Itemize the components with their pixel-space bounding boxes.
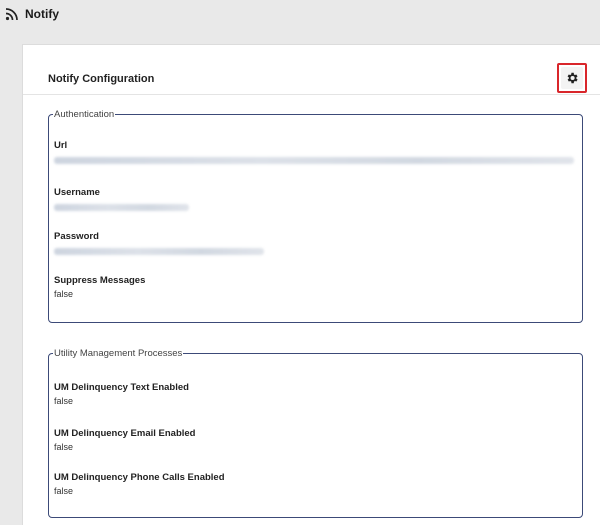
suppress-messages-field: Suppress Messages false	[54, 275, 145, 299]
um-email-enabled-value: false	[54, 442, 74, 452]
settings-button[interactable]	[557, 63, 587, 93]
password-field: Password	[54, 231, 264, 255]
um-email-enabled-label: UM Delinquency Email Enabled	[54, 428, 196, 439]
um-phone-calls-enabled-label: UM Delinquency Phone Calls Enabled	[54, 472, 225, 483]
username-value-obscured	[54, 204, 189, 211]
um-email-enabled-field: UM Delinquency Email Enabled false	[54, 428, 195, 452]
suppress-messages-label: Suppress Messages	[54, 275, 146, 286]
um-text-enabled-field: UM Delinquency Text Enabled false	[54, 382, 189, 406]
url-value-obscured	[54, 157, 574, 164]
password-value-obscured	[54, 248, 264, 255]
um-phone-calls-enabled-value: false	[54, 486, 74, 496]
authentication-legend: Authentication	[54, 109, 115, 120]
panel-title: Notify Configuration	[48, 73, 155, 85]
configuration-panel: Notify Configuration Authentication Url …	[22, 44, 600, 525]
url-field: Url	[54, 140, 574, 164]
utility-management-group: Utility Management Processes UM Delinque…	[48, 348, 583, 518]
url-label: Url	[54, 140, 68, 151]
um-text-enabled-label: UM Delinquency Text Enabled	[54, 382, 189, 393]
page-title: Notify	[25, 7, 59, 21]
panel-header: Notify Configuration	[23, 45, 600, 95]
authentication-group: Authentication Url Username Password Sup…	[48, 109, 583, 323]
suppress-messages-value: false	[54, 289, 74, 299]
username-label: Username	[54, 187, 100, 198]
username-field: Username	[54, 187, 189, 211]
rss-feed-icon	[5, 7, 19, 21]
utility-management-legend: Utility Management Processes	[54, 348, 183, 359]
um-text-enabled-value: false	[54, 396, 74, 406]
top-bar: Notify	[0, 0, 600, 28]
gear-icon	[561, 67, 583, 89]
um-phone-calls-enabled-field: UM Delinquency Phone Calls Enabled false	[54, 472, 225, 496]
password-label: Password	[54, 231, 99, 242]
